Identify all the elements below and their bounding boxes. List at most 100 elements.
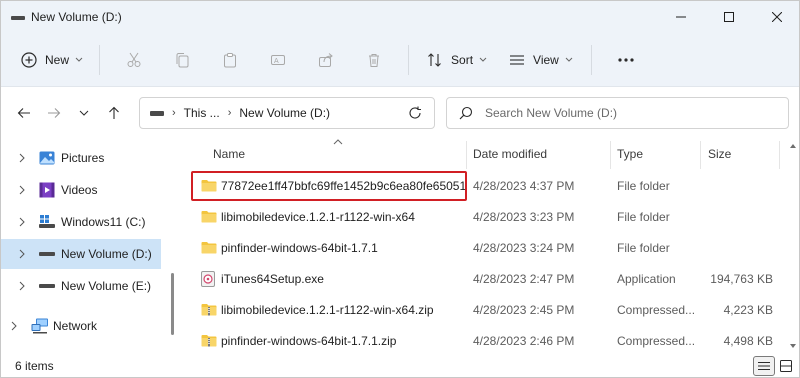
close-button[interactable] bbox=[753, 1, 799, 33]
scroll-up-icon[interactable] bbox=[789, 143, 797, 149]
up-button[interactable] bbox=[99, 98, 129, 128]
share-button[interactable] bbox=[302, 43, 350, 77]
nav-item-network[interactable]: Network bbox=[1, 311, 161, 341]
sort-button[interactable]: Sort bbox=[419, 43, 495, 77]
chevron-right-icon bbox=[19, 249, 25, 259]
file-list: Name Date modified Type Size 77872ee1ff4… bbox=[181, 139, 799, 356]
rename-button[interactable]: A bbox=[254, 43, 302, 77]
address-bar[interactable]: › This ... › New Volume (D:) bbox=[139, 97, 435, 129]
column-header-size[interactable]: Size bbox=[708, 139, 778, 169]
delete-button[interactable] bbox=[350, 43, 398, 77]
file-date: 4/28/2023 2:47 PM bbox=[473, 272, 575, 286]
details-view-button[interactable] bbox=[753, 356, 775, 376]
column-header-name[interactable]: Name bbox=[213, 139, 463, 169]
chevron-right-icon bbox=[19, 281, 25, 291]
column-divider[interactable] bbox=[700, 141, 701, 169]
share-icon bbox=[319, 52, 333, 67]
breadcrumb-current[interactable]: New Volume (D:) bbox=[239, 106, 330, 120]
file-date: 4/28/2023 4:37 PM bbox=[473, 179, 575, 193]
file-row[interactable]: pinfinder-windows-64bit-1.7.1.zip 4/28/2… bbox=[189, 326, 779, 356]
refresh-button[interactable] bbox=[402, 98, 428, 128]
column-label: Name bbox=[213, 147, 246, 161]
file-date: 4/28/2023 3:24 PM bbox=[473, 241, 575, 255]
cut-icon bbox=[127, 52, 141, 67]
nav-item-label: New Volume (D:) bbox=[61, 247, 152, 261]
divider bbox=[99, 44, 101, 75]
file-row[interactable]: libimobiledevice.1.2.1-r1122-win-x64.zip… bbox=[189, 295, 779, 325]
column-label: Type bbox=[617, 147, 644, 161]
navigation-scrollbar[interactable] bbox=[171, 273, 174, 335]
file-date: 4/28/2023 2:46 PM bbox=[473, 334, 575, 348]
minimize-button[interactable] bbox=[657, 1, 705, 33]
videos-icon bbox=[39, 182, 55, 198]
column-divider[interactable] bbox=[610, 141, 611, 169]
arrow-right-icon bbox=[48, 108, 61, 118]
copy-button[interactable] bbox=[158, 43, 206, 77]
nav-item-new-volume-e[interactable]: New Volume (E:) bbox=[1, 271, 161, 301]
divider bbox=[590, 44, 592, 75]
svg-text:A: A bbox=[274, 58, 279, 65]
forward-button[interactable] bbox=[39, 98, 69, 128]
file-name: libimobiledevice.1.2.1-r1122-win-x64 bbox=[221, 210, 415, 224]
address-row: › This ... › New Volume (D:) Search New … bbox=[1, 87, 799, 139]
file-name: libimobiledevice.1.2.1-r1122-win-x64.zip bbox=[221, 303, 434, 317]
zip-folder-icon bbox=[201, 304, 217, 316]
maximize-button[interactable] bbox=[705, 1, 753, 33]
sort-icon bbox=[428, 52, 441, 67]
tiles-view-icon bbox=[780, 360, 792, 372]
scroll-down-icon[interactable] bbox=[789, 343, 797, 349]
column-divider[interactable] bbox=[779, 141, 780, 169]
nav-item-new-volume-d[interactable]: New Volume (D:) bbox=[1, 239, 161, 269]
folder-icon bbox=[201, 242, 217, 254]
new-button[interactable]: New bbox=[15, 43, 89, 77]
recent-locations-button[interactable] bbox=[69, 98, 99, 128]
file-type: Application bbox=[617, 272, 676, 286]
nav-item-label: New Volume (E:) bbox=[61, 279, 152, 293]
view-button[interactable]: View bbox=[501, 43, 581, 77]
cut-button[interactable] bbox=[110, 43, 158, 77]
minimize-icon bbox=[676, 16, 686, 18]
chevron-right-icon bbox=[11, 321, 17, 331]
back-button[interactable] bbox=[9, 98, 39, 128]
file-size: 194,763 KB bbox=[710, 272, 773, 286]
nav-item-label: Pictures bbox=[61, 151, 105, 165]
navigation-pane: Pictures Videos Windows11 (C:) New Volum… bbox=[1, 139, 174, 353]
file-row[interactable]: iTunes64Setup.exe 4/28/2023 2:47 PM Appl… bbox=[189, 264, 779, 294]
more-options-button[interactable] bbox=[602, 43, 650, 77]
rename-icon: A bbox=[271, 54, 286, 65]
drive-icon bbox=[39, 252, 55, 256]
installer-icon bbox=[201, 271, 215, 287]
copy-icon bbox=[176, 52, 189, 67]
file-row[interactable]: pinfinder-windows-64bit-1.7.1 4/28/2023 … bbox=[189, 233, 779, 263]
search-box[interactable]: Search New Volume (D:) bbox=[446, 97, 789, 129]
nav-item-label: Windows11 (C:) bbox=[61, 215, 146, 229]
search-placeholder: Search New Volume (D:) bbox=[485, 106, 618, 120]
chevron-right-icon: › bbox=[172, 107, 176, 119]
tiles-view-button[interactable] bbox=[775, 356, 797, 376]
file-explorer-window: New Volume (D:) New A Sort View › This .… bbox=[0, 0, 800, 378]
zip-folder-icon bbox=[201, 335, 217, 347]
column-divider[interactable] bbox=[466, 141, 467, 169]
new-label: New bbox=[45, 52, 70, 67]
drive-icon bbox=[39, 284, 55, 288]
column-header-date[interactable]: Date modified bbox=[473, 139, 609, 169]
breadcrumb-this-pc[interactable]: This ... bbox=[184, 106, 220, 120]
maximize-icon bbox=[724, 12, 734, 22]
details-view-icon bbox=[758, 362, 770, 370]
arrow-left-icon bbox=[17, 108, 30, 118]
nav-item-label: Videos bbox=[61, 183, 98, 197]
annotation-highlight-box bbox=[191, 171, 467, 201]
chevron-right-icon bbox=[19, 153, 25, 163]
nav-item-videos[interactable]: Videos bbox=[1, 175, 161, 205]
file-row[interactable]: libimobiledevice.1.2.1-r1122-win-x64 4/2… bbox=[189, 202, 779, 232]
status-bar: 6 items bbox=[1, 353, 799, 377]
paste-button[interactable] bbox=[206, 43, 254, 77]
column-header-type[interactable]: Type bbox=[617, 139, 701, 169]
file-type: File folder bbox=[617, 210, 670, 224]
view-label: View bbox=[533, 52, 559, 67]
nav-item-windows11-c[interactable]: Windows11 (C:) bbox=[1, 207, 161, 237]
nav-item-pictures[interactable]: Pictures bbox=[1, 143, 161, 173]
windows-drive-icon bbox=[39, 215, 55, 228]
drive-icon bbox=[11, 13, 25, 22]
file-type: Compressed... bbox=[617, 334, 696, 348]
